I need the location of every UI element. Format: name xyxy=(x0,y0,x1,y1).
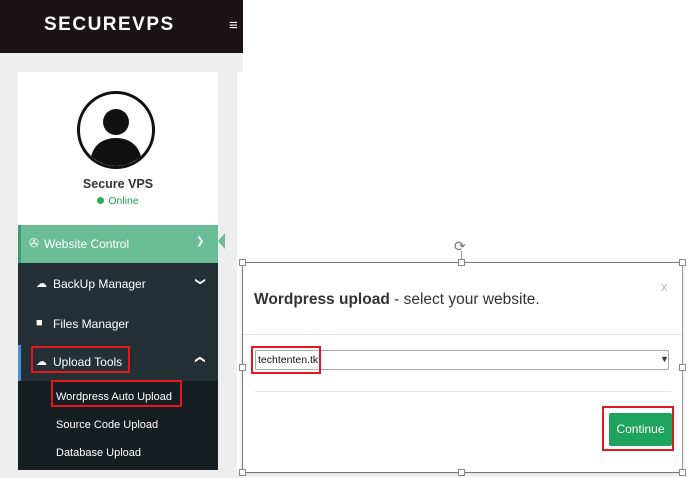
active-tab-pointer xyxy=(218,233,225,249)
chevron-down-icon: ❯ xyxy=(196,236,205,247)
sidebar-item-label: Website Control xyxy=(44,237,130,251)
modal-title: Wordpress upload - select your website. xyxy=(254,291,540,309)
status-dot-icon xyxy=(97,197,105,204)
sidebar-item-website-control[interactable]: ✇ Website Control ❯ xyxy=(18,225,218,263)
rotate-icon[interactable]: ⟳ xyxy=(454,238,466,255)
user-silhouette-icon xyxy=(90,109,142,166)
resize-handle[interactable] xyxy=(679,469,686,476)
avatar xyxy=(77,91,155,169)
chevron-down-icon: ❯ xyxy=(194,277,206,286)
highlight-continue-button xyxy=(602,406,674,451)
status-badge: Online xyxy=(18,195,218,207)
divider xyxy=(255,391,671,392)
highlight-website-select xyxy=(251,346,321,374)
resize-handle[interactable] xyxy=(458,469,465,476)
brand-logo[interactable]: SECUREVPS xyxy=(44,14,175,36)
resize-handle[interactable] xyxy=(239,469,246,476)
folder-icon: ■ xyxy=(36,317,43,329)
resize-handle[interactable] xyxy=(239,259,246,266)
divider xyxy=(243,334,682,335)
submenu-item-database-upload[interactable]: Database Upload xyxy=(56,447,141,459)
close-icon[interactable]: x xyxy=(661,279,668,294)
resize-handle[interactable] xyxy=(679,364,686,371)
resize-handle[interactable] xyxy=(458,259,465,266)
brand-bar: SECUREVPS ≡ xyxy=(0,0,243,53)
submenu-item-source-code-upload[interactable]: Source Code Upload xyxy=(56,419,158,431)
resize-handle[interactable] xyxy=(239,364,246,371)
modal-title-bold: Wordpress upload xyxy=(254,291,390,308)
highlight-upload-tools xyxy=(31,346,130,373)
highlight-wordpress-auto-upload xyxy=(51,380,182,407)
chevron-up-icon: ❯ xyxy=(194,355,206,364)
dropdown-arrow-icon: ▼ xyxy=(660,354,669,364)
status-label: Online xyxy=(108,195,139,207)
cloud-icon: ☁ xyxy=(36,278,47,290)
dashboard-icon: ✇ xyxy=(29,236,40,250)
active-indicator xyxy=(18,345,21,381)
modal-title-rest: - select your website. xyxy=(389,291,540,308)
hamburger-icon[interactable]: ≡ xyxy=(229,17,238,34)
profile-name: Secure VPS xyxy=(82,177,154,191)
resize-handle[interactable] xyxy=(679,259,686,266)
sidebar: Secure VPS Online ✇ Website Control ❯ ☁ … xyxy=(18,72,218,470)
sidebar-item-label: Files Manager xyxy=(53,317,130,331)
active-indicator xyxy=(18,225,21,263)
sidebar-item-label: BackUp Manager xyxy=(53,277,146,291)
